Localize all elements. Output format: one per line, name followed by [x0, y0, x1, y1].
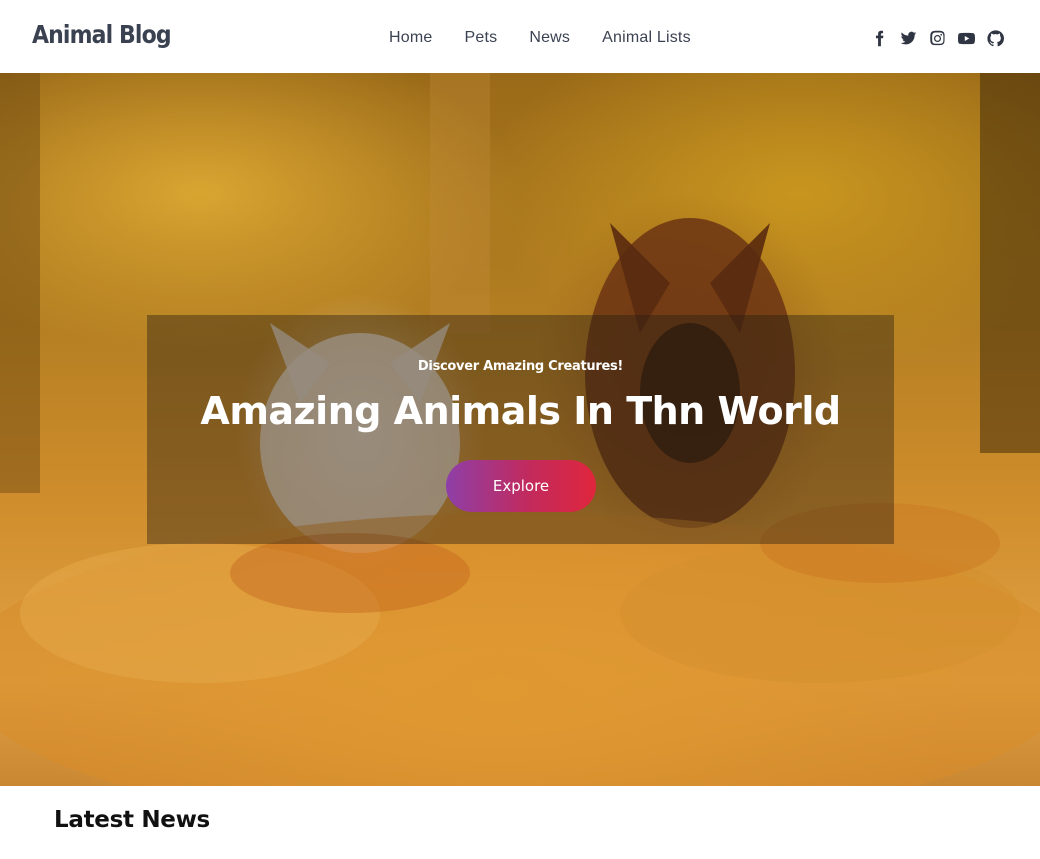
hero-title: Amazing Animals In Thn World	[200, 389, 841, 433]
nav-home[interactable]: Home	[389, 29, 432, 47]
instagram-icon[interactable]	[928, 29, 946, 47]
main-nav: Home Pets News Animal Lists	[389, 29, 723, 47]
facebook-icon[interactable]	[870, 29, 888, 47]
nav-pets[interactable]: Pets	[464, 29, 497, 47]
hero-subtitle: Discover Amazing Creatures!	[417, 359, 624, 374]
hero-overlay-box: Discover Amazing Creatures! Amazing Anim…	[147, 315, 894, 544]
github-icon[interactable]	[986, 29, 1004, 47]
explore-button[interactable]: Explore	[446, 460, 596, 512]
nav-news[interactable]: News	[529, 29, 570, 47]
nav-animal-lists[interactable]: Animal Lists	[602, 29, 691, 47]
twitter-icon[interactable]	[899, 29, 917, 47]
latest-news-heading: Latest News	[54, 807, 210, 833]
youtube-icon[interactable]	[957, 29, 975, 47]
site-logo[interactable]: Animal Blog	[32, 20, 172, 49]
site-header: Animal Blog Home Pets News Animal Lists	[0, 0, 1040, 73]
hero-banner: Discover Amazing Creatures! Amazing Anim…	[0, 73, 1040, 786]
social-links	[870, 29, 1004, 47]
